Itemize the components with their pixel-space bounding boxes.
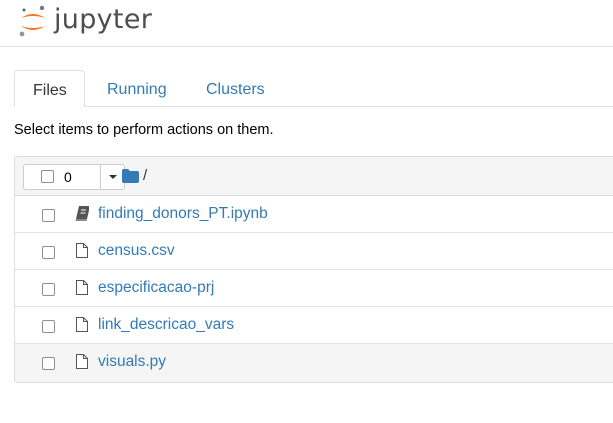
file-link[interactable]: visuals.py — [98, 353, 166, 371]
item-checkbox[interactable] — [42, 357, 55, 370]
item-checkbox[interactable] — [42, 283, 55, 296]
item-checkbox[interactable] — [42, 320, 55, 333]
tab-clusters[interactable]: Clusters — [188, 70, 283, 105]
instructions-text: Select items to perform actions on them. — [14, 122, 274, 138]
file-link[interactable]: finding_donors_PT.ipynb — [98, 205, 268, 223]
list-item[interactable]: link_descricao_vars — [15, 307, 613, 344]
app-header: jupyter — [0, 0, 613, 47]
file-icon — [76, 280, 88, 295]
list-item[interactable]: especificacao-prj — [15, 270, 613, 307]
list-item[interactable]: visuals.py — [15, 344, 613, 382]
breadcrumb-root[interactable]: / — [143, 167, 147, 184]
tab-files[interactable]: Files — [14, 70, 85, 107]
item-checkbox[interactable] — [42, 246, 55, 259]
file-link[interactable]: link_descricao_vars — [98, 316, 234, 334]
file-link[interactable]: census.csv — [98, 242, 175, 260]
tab-bar: Files Running Clusters — [14, 70, 613, 107]
selected-count: 0 — [64, 169, 72, 185]
select-all-dropdown: 0 — [23, 164, 125, 190]
item-checkbox[interactable] — [42, 209, 55, 222]
notebook-icon — [75, 206, 89, 221]
file-icon — [76, 243, 88, 258]
file-icon — [76, 317, 88, 332]
list-header: 0 / — [15, 157, 613, 196]
chevron-down-icon[interactable] — [109, 175, 117, 179]
select-all-button[interactable]: 0 — [24, 165, 101, 189]
logo-text[interactable]: jupyter — [54, 4, 152, 35]
file-list: 0 / finding_donors_PT.ipynb census.csv e… — [14, 156, 613, 383]
tab-running[interactable]: Running — [89, 70, 185, 105]
file-link[interactable]: especificacao-prj — [98, 279, 214, 297]
folder-icon[interactable] — [122, 169, 139, 183]
list-item[interactable]: census.csv — [15, 233, 613, 270]
list-item[interactable]: finding_donors_PT.ipynb — [15, 196, 613, 233]
file-icon — [76, 354, 88, 369]
select-all-checkbox[interactable] — [41, 170, 54, 183]
jupyter-logo-icon[interactable] — [18, 4, 48, 38]
